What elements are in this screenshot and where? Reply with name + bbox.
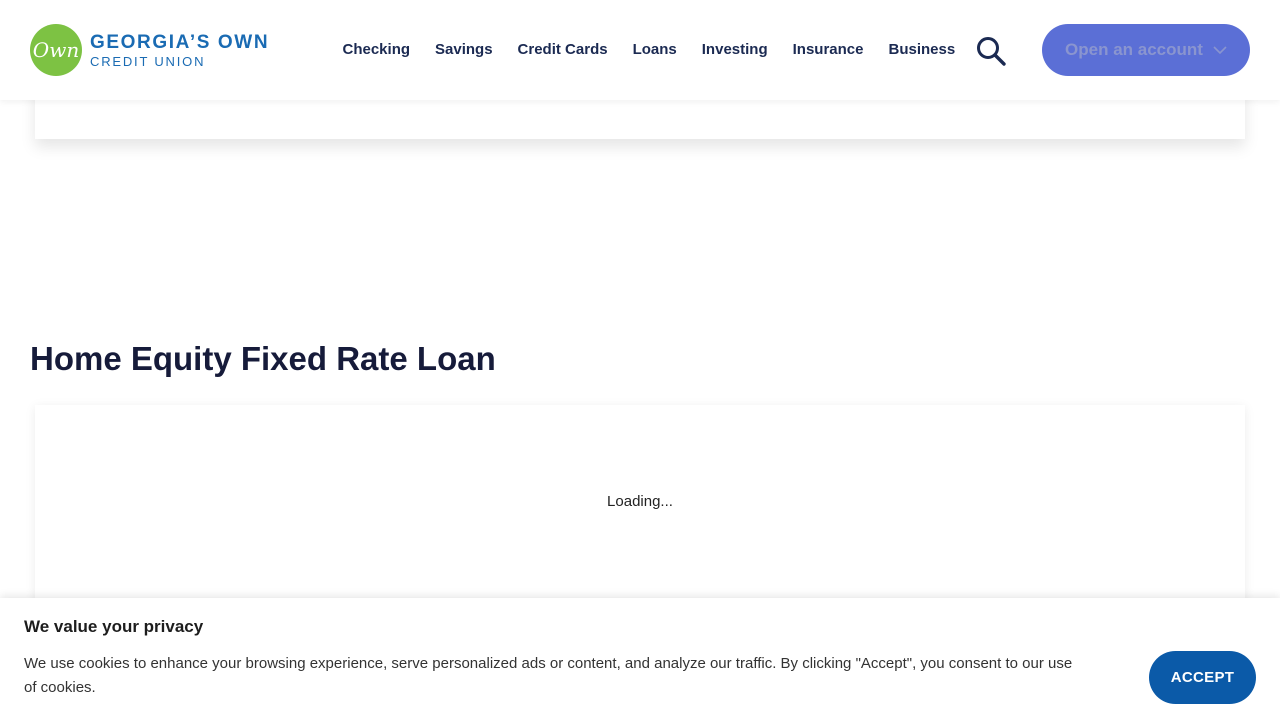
logo-mark: Own (30, 24, 82, 76)
loading-text: Loading... (607, 493, 673, 510)
logo-wordmark: GEORGIA’S OWN CREDIT UNION (90, 33, 269, 68)
site-header: Own GEORGIA’S OWN CREDIT UNION Checking … (0, 0, 1280, 100)
cookie-title: We value your privacy (24, 617, 204, 636)
logo-line-2: CREDIT UNION (90, 53, 206, 69)
accept-button[interactable]: ACCEPT (1149, 651, 1256, 704)
chevron-down-icon (1213, 46, 1227, 55)
open-account-label: Open an account (1065, 40, 1203, 59)
nav-item-insurance[interactable]: Insurance (780, 38, 876, 62)
logo-link[interactable]: Own GEORGIA’S OWN CREDIT UNION (30, 24, 269, 76)
logo-line-1: GEORGIA’S OWN (90, 31, 270, 53)
cookie-banner: We value your privacy We use cookies to … (0, 598, 1280, 720)
search-button[interactable] (974, 34, 1008, 68)
cookie-text: We use cookies to enhance your browsing … (24, 655, 1073, 696)
search-icon (977, 37, 1006, 66)
nav-item-savings[interactable]: Savings (423, 38, 506, 62)
nav-item-loans[interactable]: Loans (620, 38, 689, 62)
nav-item-business[interactable]: Business (876, 38, 968, 62)
nav-item-investing[interactable]: Investing (689, 38, 780, 62)
page-title: Home Equity Fixed Rate Loan (30, 340, 496, 377)
open-account-button[interactable]: Open an account (1042, 24, 1250, 76)
rates-card: Loading... (35, 405, 1245, 625)
nav-item-credit-cards[interactable]: Credit Cards (505, 38, 620, 62)
nav-item-checking[interactable]: Checking (330, 38, 423, 62)
main-nav: Checking Savings Credit Cards Loans Inve… (330, 38, 968, 62)
